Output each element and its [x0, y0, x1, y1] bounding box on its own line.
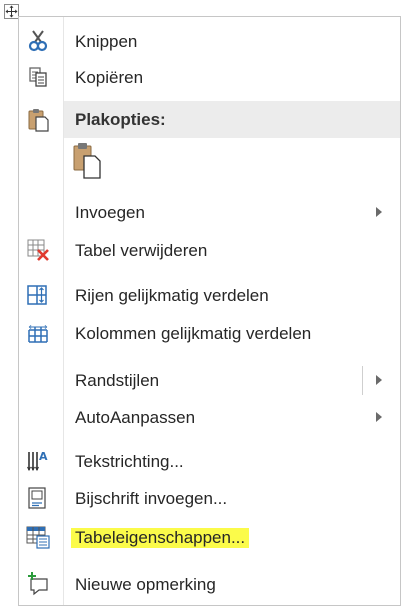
- menu-item-autofit[interactable]: AutoAanpassen: [19, 399, 400, 436]
- split-button-divider: [362, 366, 363, 395]
- paste-keep-text-button[interactable]: [71, 141, 105, 181]
- clipboard-icon: [24, 105, 52, 133]
- paste-options-label: Plakopties:: [75, 110, 166, 129]
- insert-caption-icon: [24, 484, 52, 512]
- menu-item-label: Tabeleigenschappen...: [71, 528, 250, 548]
- menu-item-label: Invoegen: [75, 203, 145, 222]
- menu-item-label: Nieuwe opmerking: [75, 575, 216, 594]
- menu-item-text-direction[interactable]: A Tekstrichting...: [19, 443, 400, 480]
- new-comment-icon: [24, 570, 52, 598]
- context-menu: Knippen Kopiëren Plakopties: Invoegen Ta…: [18, 16, 401, 606]
- menu-item-label: Rijen gelijkmatig verdelen: [75, 286, 269, 305]
- menu-item-cut[interactable]: Knippen: [19, 23, 400, 60]
- table-properties-icon: [24, 523, 52, 551]
- menu-item-label: Tabel verwijderen: [75, 241, 208, 260]
- delete-table-icon: [24, 236, 52, 264]
- svg-text:A: A: [39, 450, 48, 463]
- menu-item-delete-table[interactable]: Tabel verwijderen: [19, 232, 400, 269]
- menu-item-new-comment[interactable]: Nieuwe opmerking: [19, 566, 400, 603]
- menu-item-label: AutoAanpassen: [75, 408, 196, 427]
- move-icon: [5, 5, 18, 18]
- table-move-handle[interactable]: [4, 4, 19, 19]
- copy-icon: [24, 63, 52, 91]
- menu-item-label: Kolommen gelijkmatig verdelen: [75, 324, 312, 343]
- menu-item-border-styles[interactable]: Randstijlen: [19, 362, 400, 399]
- scissors-icon: [24, 27, 52, 55]
- menu-item-copy[interactable]: Kopiëren: [19, 59, 400, 96]
- paste-keep-text-icon: [73, 143, 101, 179]
- menu-item-label: Knippen: [75, 32, 138, 51]
- menu-item-label: Bijschrift invoegen...: [75, 489, 228, 508]
- menu-item-insert-caption[interactable]: Bijschrift invoegen...: [19, 480, 400, 517]
- paste-options-header: Plakopties:: [64, 101, 400, 138]
- menu-item-distribute-columns[interactable]: Kolommen gelijkmatig verdelen: [19, 315, 400, 352]
- menu-item-insert[interactable]: Invoegen: [19, 194, 400, 231]
- menu-item-distribute-rows[interactable]: Rijen gelijkmatig verdelen: [19, 277, 400, 314]
- distribute-rows-icon: [24, 281, 52, 309]
- menu-item-table-properties[interactable]: Tabeleigenschappen...: [19, 519, 400, 556]
- submenu-arrow-icon: [376, 412, 382, 422]
- text-direction-icon: A: [24, 447, 52, 475]
- menu-item-label: Kopiëren: [75, 68, 144, 87]
- distribute-columns-icon: [24, 319, 52, 347]
- submenu-arrow-icon[interactable]: [376, 375, 382, 385]
- menu-item-label: Randstijlen: [75, 371, 160, 390]
- menu-item-label: Tekstrichting...: [75, 452, 184, 471]
- submenu-arrow-icon: [376, 207, 382, 217]
